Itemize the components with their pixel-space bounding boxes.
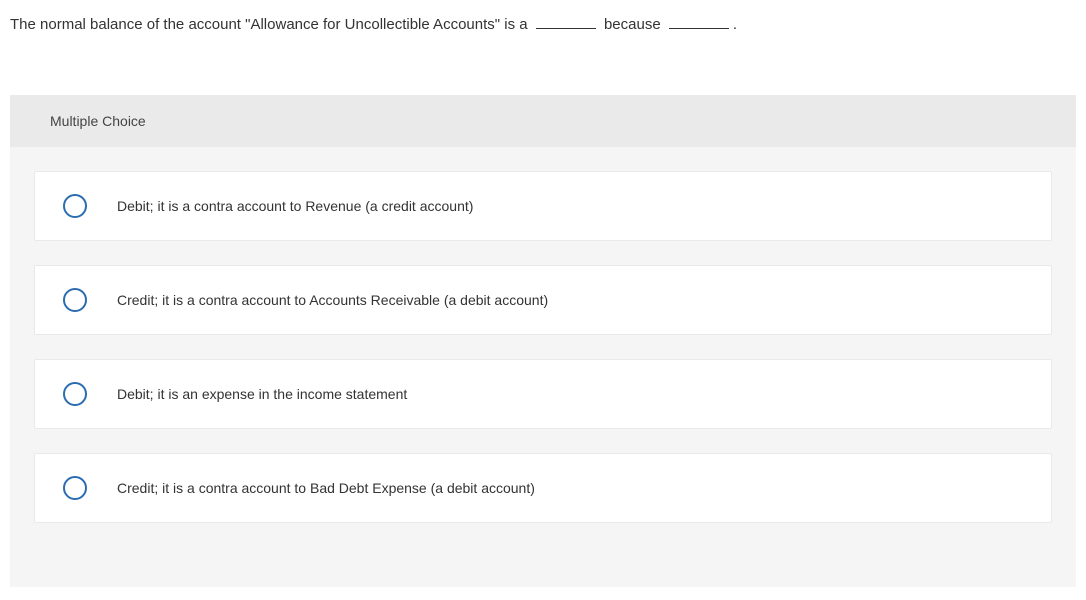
radio-icon[interactable] [63,476,87,500]
option-label: Debit; it is an expense in the income st… [117,386,407,402]
option-3[interactable]: Debit; it is an expense in the income st… [34,359,1052,429]
section-label: Multiple Choice [50,113,146,129]
option-4[interactable]: Credit; it is a contra account to Bad De… [34,453,1052,523]
question-suffix: . [733,16,737,33]
question-text: The normal balance of the account "Allow… [0,0,1086,45]
radio-icon[interactable] [63,288,87,312]
blank-2 [669,28,729,29]
option-2[interactable]: Credit; it is a contra account to Accoun… [34,265,1052,335]
options-list: Debit; it is a contra account to Revenue… [10,147,1076,523]
option-label: Credit; it is a contra account to Accoun… [117,292,548,308]
question-mid: because [604,16,661,33]
question-prefix: The normal balance of the account "Allow… [10,16,528,33]
option-label: Credit; it is a contra account to Bad De… [117,480,535,496]
option-label: Debit; it is a contra account to Revenue… [117,198,473,214]
answer-container: Multiple Choice Debit; it is a contra ac… [10,95,1076,587]
blank-1 [536,28,596,29]
option-1[interactable]: Debit; it is a contra account to Revenue… [34,171,1052,241]
radio-icon[interactable] [63,382,87,406]
radio-icon[interactable] [63,194,87,218]
section-header: Multiple Choice [10,95,1076,147]
